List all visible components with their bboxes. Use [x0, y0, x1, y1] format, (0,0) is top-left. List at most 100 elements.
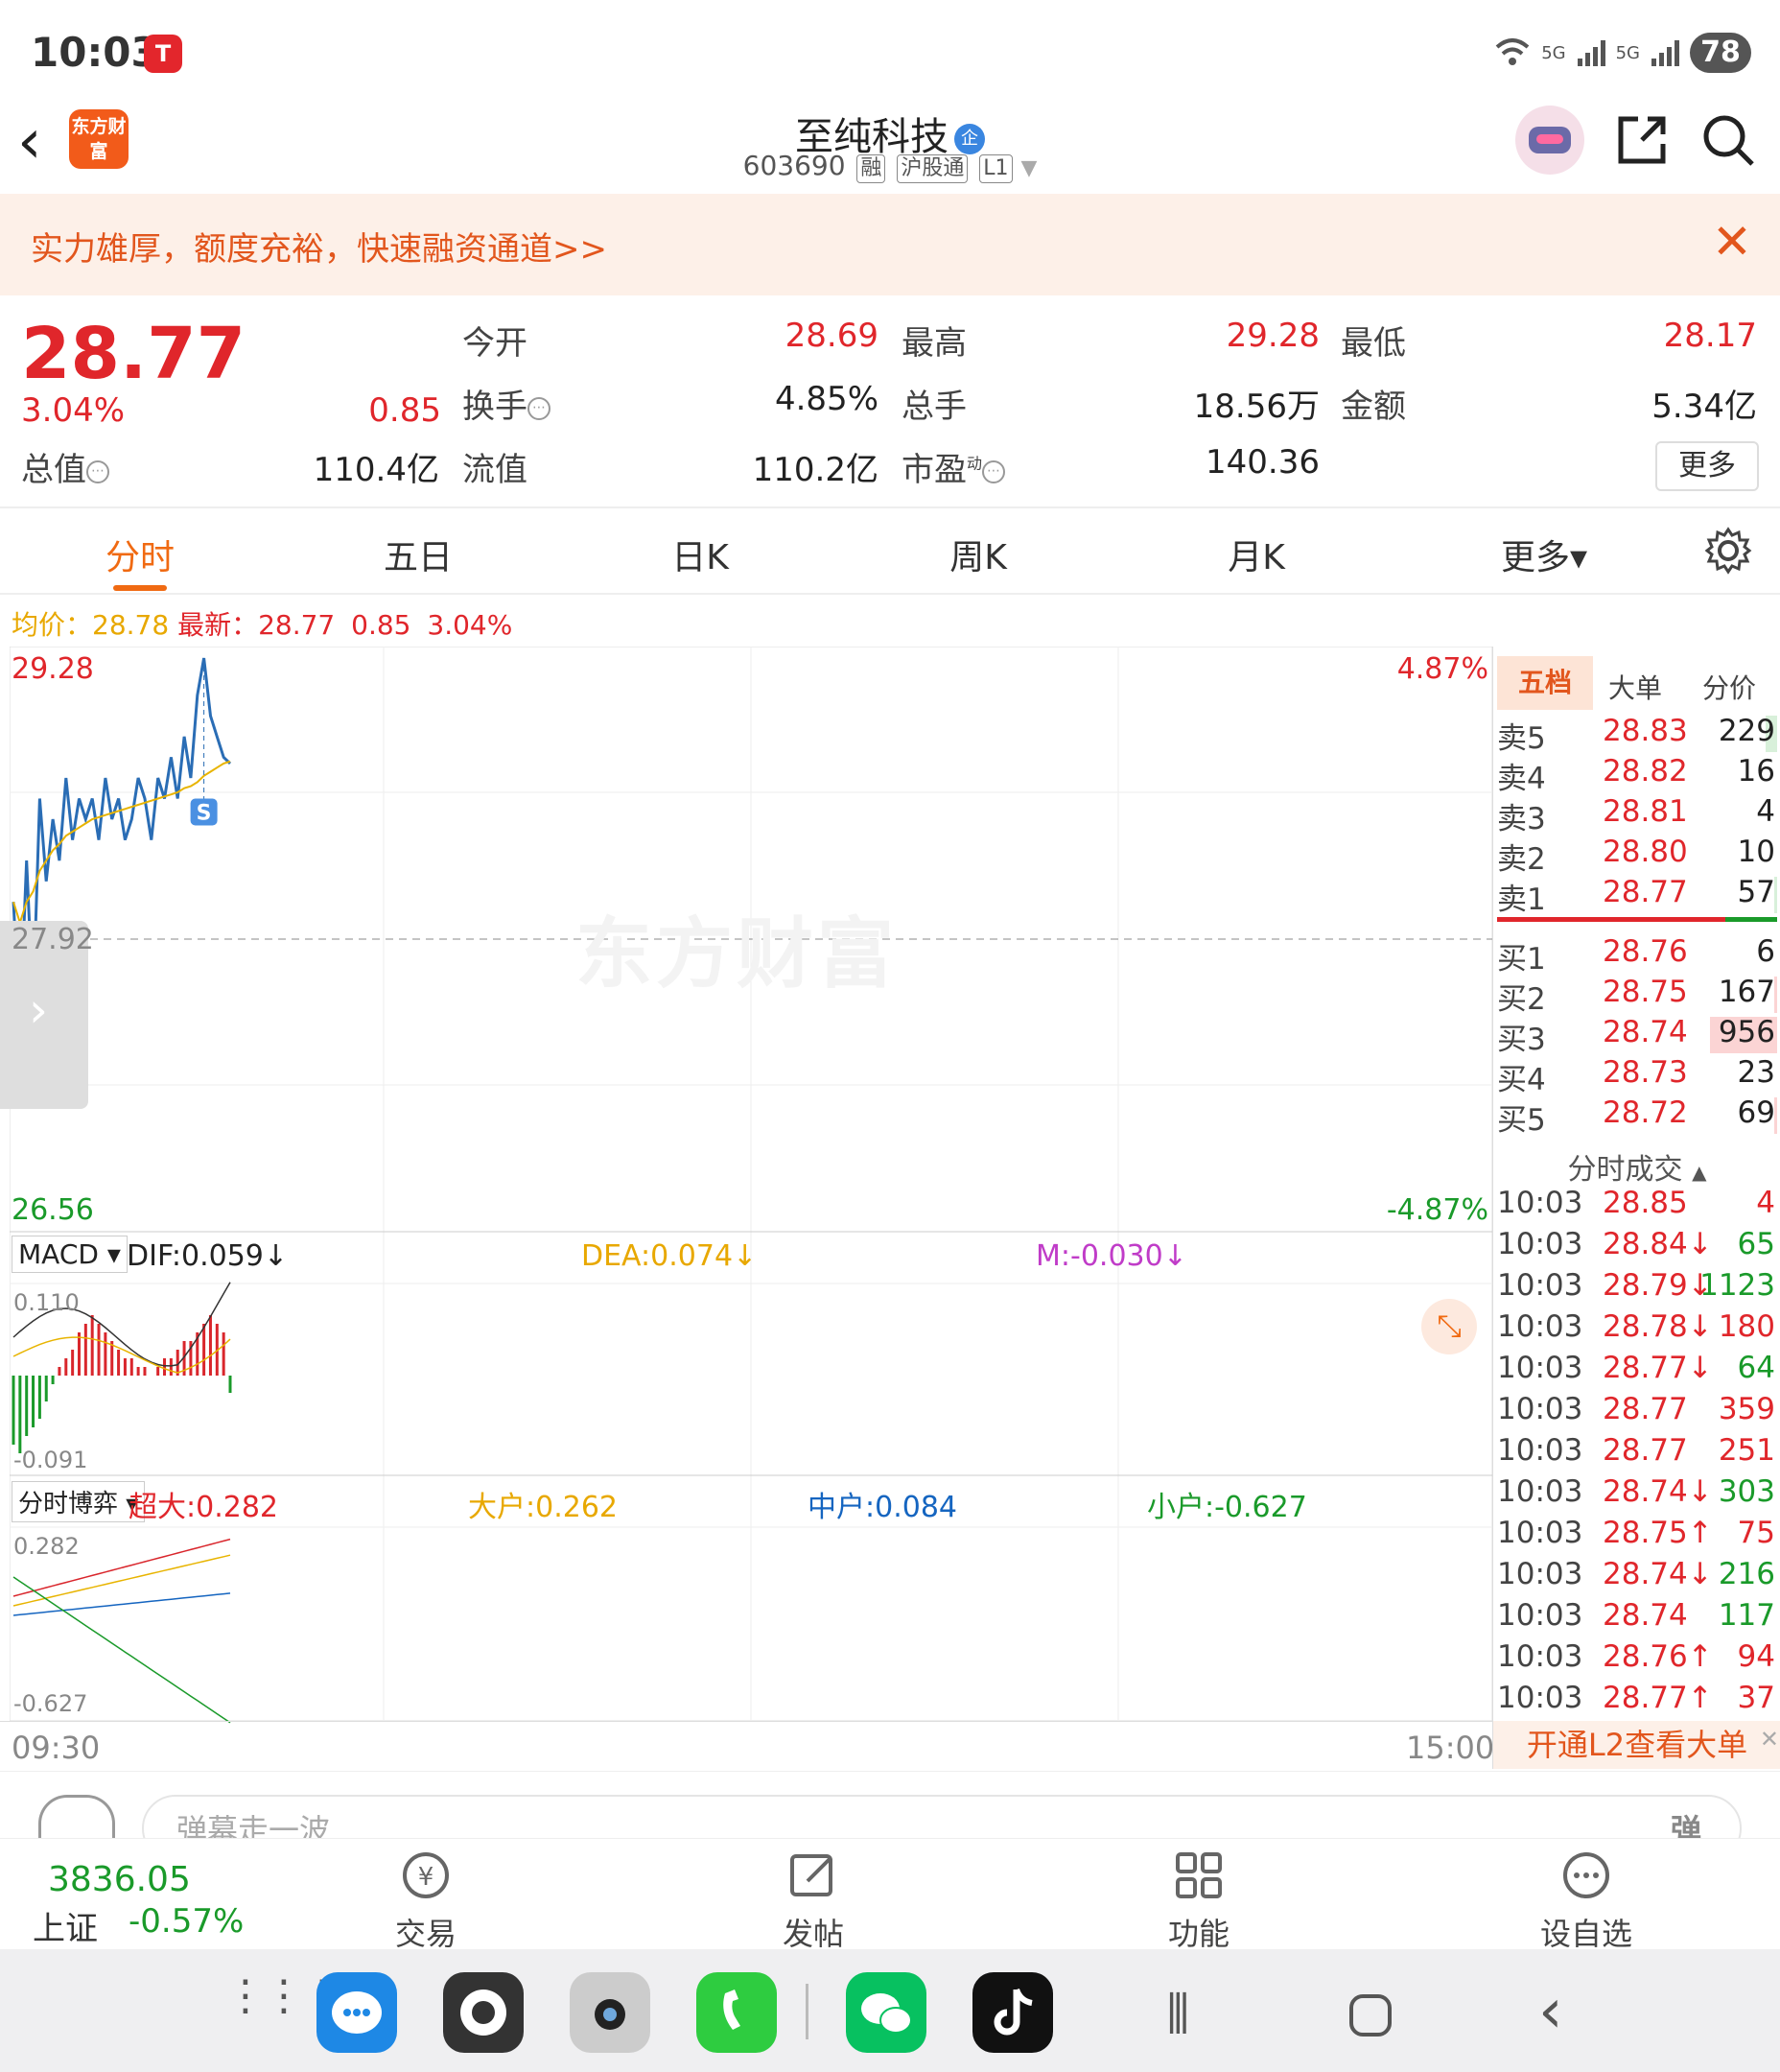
macd-selector[interactable]: MACD ▾ — [12, 1236, 128, 1273]
recent-apps-button[interactable]: ⦀ — [1166, 1984, 1190, 2047]
stat-value-pe: 140.36 — [1206, 443, 1320, 482]
macd-bar — [104, 1332, 107, 1376]
ask-label: 卖1 — [1497, 883, 1546, 917]
macd-bar — [90, 1315, 94, 1376]
stock-code-row[interactable]: 603690 融 沪股通 L1 ▼ — [0, 150, 1780, 183]
intraday-chart-area[interactable]: S — [9, 646, 1493, 1771]
ask-row[interactable]: 卖3 28.81 4 — [1497, 794, 1777, 836]
wifi-icon — [1495, 38, 1530, 65]
tick-price: 28.79↓ — [1603, 1268, 1713, 1303]
bid-label: 买1 — [1497, 942, 1546, 977]
ai-assistant-icon[interactable] — [1515, 106, 1584, 175]
bid-row[interactable]: 买4 28.73 23 — [1497, 1055, 1777, 1097]
stat-label-turnover[interactable]: 换手 ⋯ — [462, 380, 550, 427]
tab-monthly[interactable]: 月K — [1189, 530, 1323, 579]
tick-row: 10:03 28.77 359 — [1497, 1392, 1777, 1433]
settings-app-icon[interactable] — [443, 1972, 524, 2053]
wechat-app-icon[interactable] — [846, 1972, 926, 2053]
tab-daily[interactable]: 日K — [633, 530, 767, 579]
tick-vol: 117 — [1718, 1598, 1775, 1633]
home-button[interactable] — [1348, 1993, 1393, 2037]
bid-volume: 6 — [1756, 934, 1775, 969]
tick-row: 10:03 28.74 117 — [1497, 1598, 1777, 1639]
ask-volume: 16 — [1737, 754, 1775, 789]
tick-price: 28.77↓ — [1603, 1351, 1713, 1385]
flow-mid: 中户:0.084 — [808, 1491, 957, 1524]
promo-banner[interactable]: 实力雄厚，额度充裕，快速融资通道>> ✕ — [0, 194, 1780, 295]
bid-row[interactable]: 买1 28.76 6 — [1497, 934, 1777, 977]
camera-app-icon[interactable] — [570, 1972, 650, 2053]
flow-selector[interactable]: 分时博弈 ▾ — [12, 1481, 146, 1522]
info-icon[interactable]: ⋯ — [527, 396, 550, 420]
tab-five-day[interactable]: 五日 — [351, 530, 485, 579]
intraday-chart-svg[interactable]: S — [9, 646, 1493, 1771]
ask-row[interactable]: 卖5 28.83 229 — [1497, 714, 1777, 756]
stat-label-amount: 金额 — [1341, 388, 1406, 426]
pct-high-label: 4.87% — [1396, 652, 1488, 686]
close-icon[interactable]: ✕ — [1709, 213, 1755, 271]
l2-upgrade-banner[interactable]: 开通L2查看大单 ✕ — [1493, 1721, 1780, 1769]
messages-app-icon[interactable] — [316, 1972, 397, 2053]
macd-bar — [222, 1332, 225, 1376]
tick-price: 28.78↓ — [1603, 1309, 1713, 1344]
chart-tabs: 分时 五日 日K 周K 月K 更多▾ — [0, 506, 1780, 595]
bid-row[interactable]: 买3 28.74 956 — [1497, 1015, 1777, 1057]
promo-text[interactable]: 实力雄厚，额度充裕，快速融资通道>> — [31, 223, 607, 270]
stat-label-float: 流值 — [462, 451, 527, 489]
gear-icon[interactable] — [1703, 526, 1753, 576]
expand-chart-icon[interactable]: ⤡ — [1421, 1299, 1477, 1354]
add-watchlist-button[interactable]: 设自选 — [1510, 1848, 1663, 1954]
index-name[interactable]: 上证 — [33, 1902, 98, 1949]
tab-intraday[interactable]: 分时 — [73, 530, 207, 579]
post-button[interactable]: 发帖 — [737, 1848, 890, 1954]
tick-time: 10:03 — [1497, 1639, 1583, 1674]
info-icon[interactable]: ⋯ — [86, 459, 109, 483]
time-axis: 09:30 15:00 — [0, 1721, 1494, 1771]
stock-header: ‹ 东方财富 至纯科技企 603690 融 沪股通 L1 ▼ — [0, 106, 1780, 194]
ask-row[interactable]: 卖1 28.77 57 — [1497, 875, 1777, 917]
tab-weekly[interactable]: 周K — [911, 530, 1045, 579]
stat-label-mktcap[interactable]: 总值 ⋯ — [21, 443, 109, 490]
index-change[interactable]: -0.57% — [129, 1902, 244, 1941]
macd-label: MACD — [18, 1238, 99, 1270]
trade-button[interactable]: ¥ 交易 — [349, 1848, 503, 1954]
bid-row[interactable]: 买5 28.72 69 — [1497, 1095, 1777, 1138]
close-icon[interactable]: ✕ — [1760, 1715, 1779, 1763]
share-icon[interactable] — [1613, 111, 1671, 169]
price-low-label: 26.56 — [12, 1193, 94, 1227]
ask-volume: 10 — [1737, 835, 1775, 869]
ask-row[interactable]: 卖4 28.82 16 — [1497, 754, 1777, 796]
index-value[interactable]: 3836.05 — [48, 1860, 191, 1899]
pct-low-label: -4.87% — [1386, 1193, 1488, 1227]
info-icon[interactable]: ⋯ — [982, 459, 1006, 483]
edit-icon — [790, 1854, 832, 1896]
add-watchlist-label: 设自选 — [1539, 1916, 1632, 1952]
ask-row[interactable]: 卖2 28.80 10 — [1497, 835, 1777, 877]
stat-label-pe[interactable]: 市盈动 ⋯ — [902, 443, 1006, 490]
functions-button[interactable]: 功能 — [1122, 1848, 1276, 1954]
bid-row[interactable]: 买2 28.75 167 — [1497, 975, 1777, 1017]
tab-big-orders[interactable]: 大单 — [1608, 668, 1662, 706]
phone-app-icon[interactable] — [696, 1972, 777, 2053]
search-icon[interactable] — [1699, 111, 1757, 169]
tick-vol: 4 — [1756, 1186, 1775, 1220]
battery-indicator: 78 — [1690, 33, 1751, 73]
stat-label-volume: 总手 — [902, 388, 967, 426]
pct-change: 3.04% — [21, 391, 126, 430]
nav-back-button[interactable]: ‹ — [1538, 1976, 1563, 2047]
tiktok-app-icon[interactable] — [972, 1972, 1053, 2053]
post-label: 发帖 — [782, 1916, 844, 1952]
tab-price-distribution[interactable]: 分价 — [1702, 668, 1756, 706]
tab-five-level[interactable]: 五档 — [1497, 656, 1593, 710]
tab-more[interactable]: 更多▾ — [1477, 530, 1611, 579]
more-stats-button[interactable]: 更多 — [1655, 441, 1759, 491]
macd-bar — [51, 1376, 55, 1384]
tick-row: 10:03 28.85 4 — [1497, 1186, 1777, 1227]
ask-price: 28.82 — [1603, 754, 1688, 789]
tick-price: 28.74 — [1603, 1598, 1688, 1633]
macd-dif: DIF:0.059↓ — [127, 1239, 289, 1273]
more-circle-icon — [1563, 1852, 1609, 1898]
flow-min-label: -0.627 — [13, 1690, 88, 1717]
tag-connect: 沪股通 — [897, 154, 969, 183]
ticks-header[interactable]: 分时成交 ▲ — [1493, 1145, 1780, 1188]
